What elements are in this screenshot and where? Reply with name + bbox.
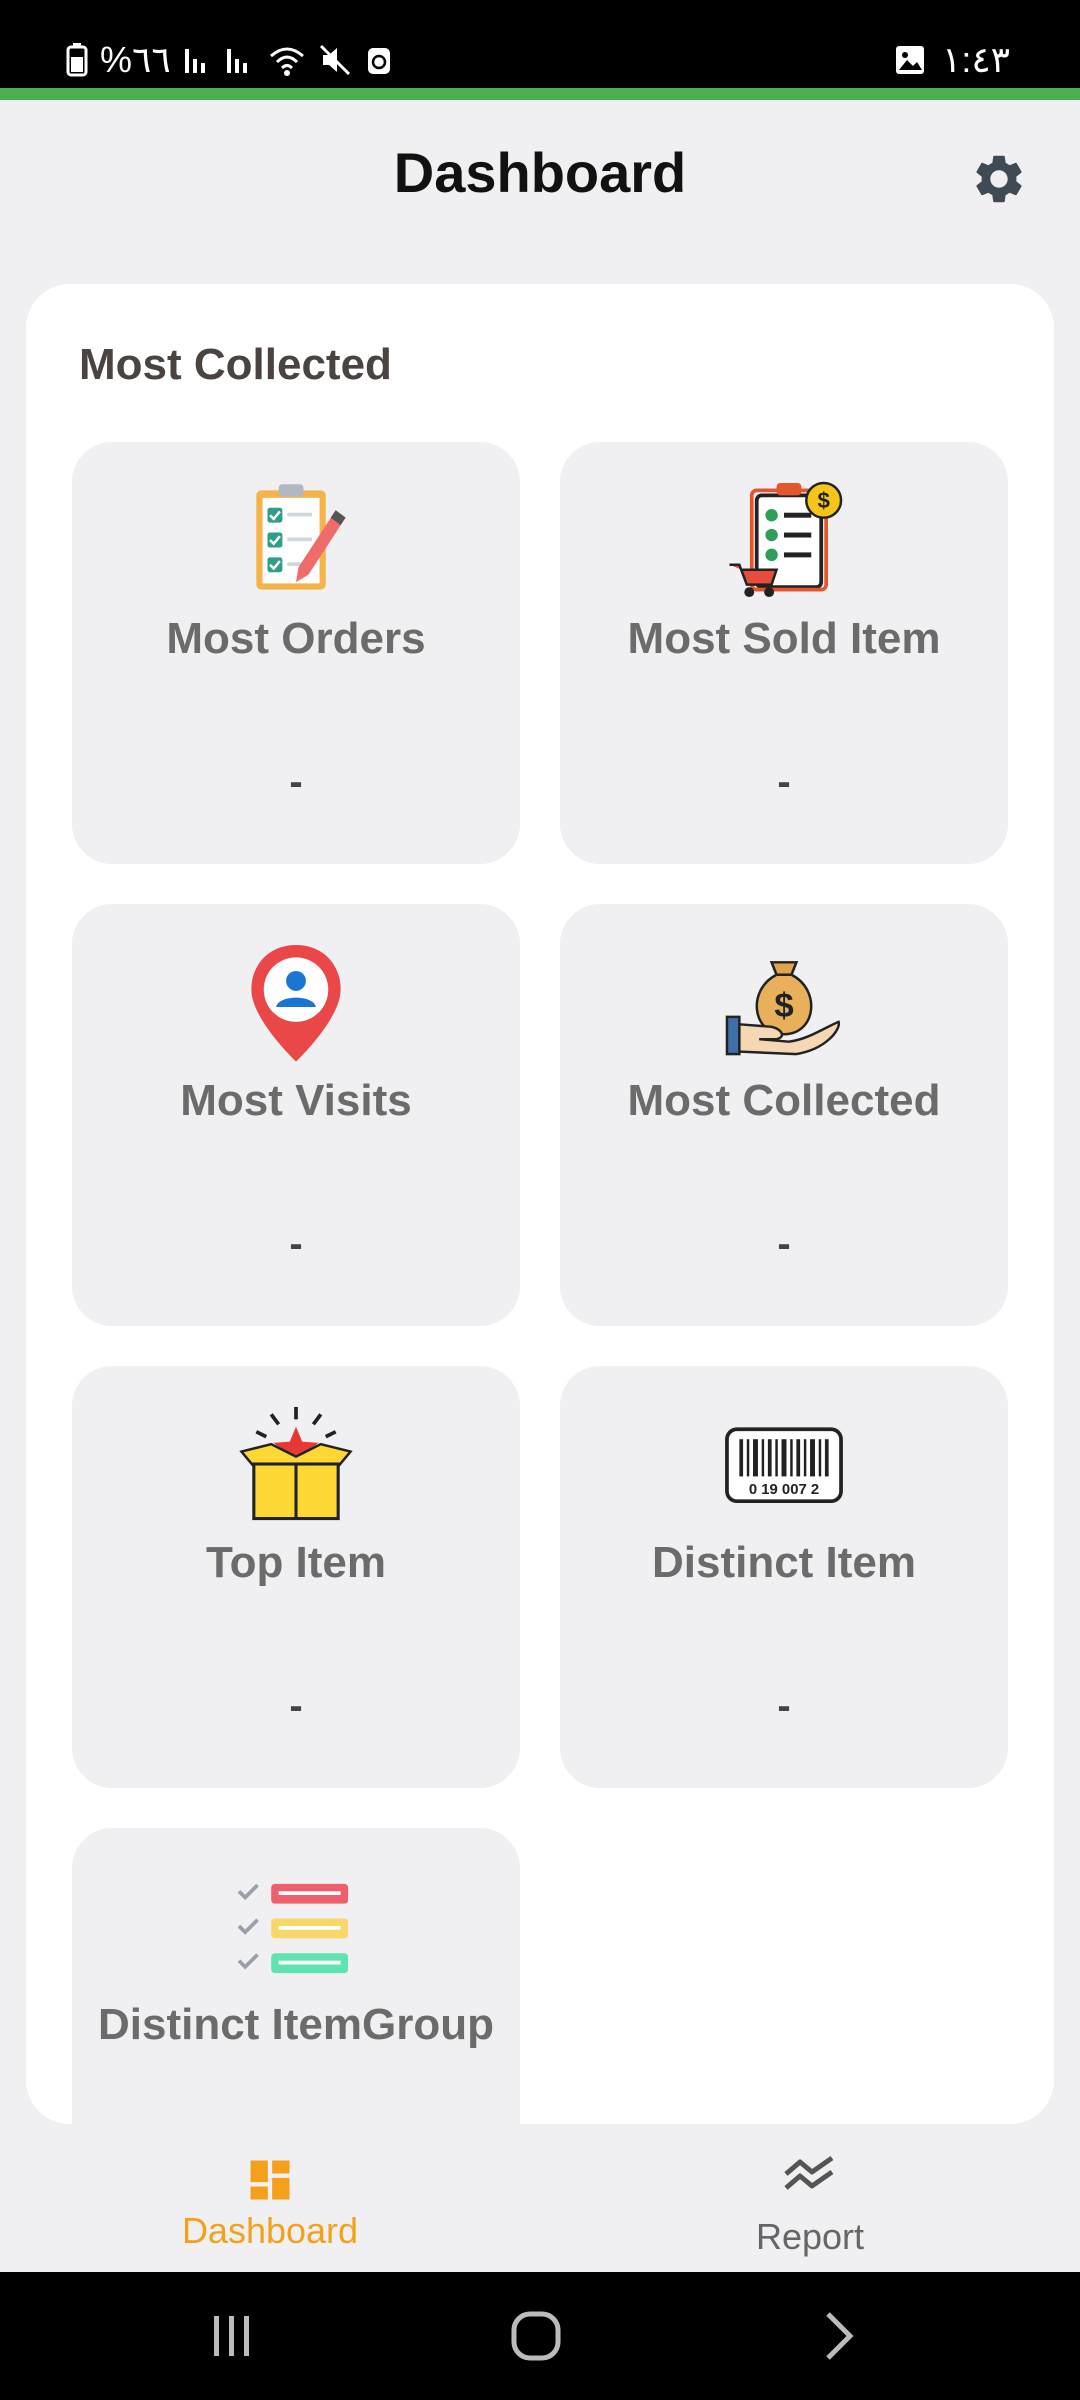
battery-text: %٦٦ [100,39,171,80]
dashboard-card: Most Collected Most Orders - $ Most Sold… [26,284,1054,2124]
nav-item-dashboard[interactable]: Dashboard [120,2124,420,2272]
svg-text:0 19 007 2: 0 19 007 2 [749,1482,819,1498]
mute-icon [319,44,350,76]
tile-label: Most Visits [180,1076,412,1125]
tile-value: - [777,1684,791,1728]
recycle-icon [367,48,390,74]
tile-value: - [289,1684,303,1728]
wifi-icon [269,47,304,76]
nav-item-report[interactable]: Report [660,2124,960,2272]
tile-most-orders[interactable]: Most Orders - [72,442,520,864]
clock: ١:٤٣ [941,39,1010,80]
recent-apps-button[interactable] [162,2272,302,2400]
open-box-star-icon [239,1406,353,1521]
page-title: Dashboard [393,141,687,204]
tile-value: - [777,760,791,804]
tile-label: Distinct Item [651,1538,917,1587]
chart-trend-icon [784,2155,834,2190]
image-notification-icon [895,46,924,74]
back-button[interactable] [768,2272,908,2400]
tile-distinct-itemgroup[interactable]: Distinct ItemGroup - [72,1828,520,2124]
tile-label: Most Sold Item [627,614,941,663]
tile-label: Most Orders [166,614,426,663]
nav-label: Dashboard [181,2210,359,2251]
sales-checklist-icon: $ [729,481,843,598]
tile-value: - [777,1222,791,1266]
checklist-bars-icon [237,1883,349,1974]
tile-most-visits[interactable]: Most Visits - [72,904,520,1326]
status-right: ١:٤٣ [894,36,1010,84]
svg-text:$: $ [817,488,830,513]
home-icon [511,2311,561,2361]
status-left: %٦٦ [66,36,393,84]
app-header: Dashboard [0,100,1080,260]
tile-label: Most Collected [627,1076,941,1125]
signal-icon [184,49,205,73]
tile-most-sold-item[interactable]: $ Most Sold Item - [560,442,1008,864]
battery-icon [66,43,88,77]
section-title: Most Collected [79,340,392,389]
bottom-navigation: Dashboard Report [0,2124,1080,2272]
barcode-icon: 0 19 007 2 [725,1427,843,1504]
location-pin-icon [251,944,341,1062]
tile-label: Distinct ItemGroup [97,2000,495,2049]
chevron-right-icon [826,2312,854,2360]
tile-distinct-item[interactable]: 0 19 007 2 Distinct Item - [560,1366,1008,1788]
svg-text:$: $ [774,987,793,1025]
home-button[interactable] [466,2272,606,2400]
system-navigation-bar [0,2272,1080,2400]
tile-most-collected[interactable]: $ Most Collected - [560,904,1008,1326]
signal-icon-2 [226,49,247,73]
money-bag-hand-icon: $ [725,961,840,1056]
clipboard-checklist-icon [256,484,346,590]
status-bar: %٦٦ ١:٤٣ [0,0,1080,88]
tile-value: - [289,760,303,804]
recent-apps-icon [214,2316,249,2356]
dashboard-icon [250,2160,290,2200]
tile-label: Top Item [205,1538,387,1587]
tile-value: - [289,1222,303,1266]
progress-accent-line [0,88,1080,100]
gear-icon[interactable] [970,150,1028,208]
nav-label: Report [755,2216,865,2257]
tile-top-item[interactable]: Top Item - [72,1366,520,1788]
